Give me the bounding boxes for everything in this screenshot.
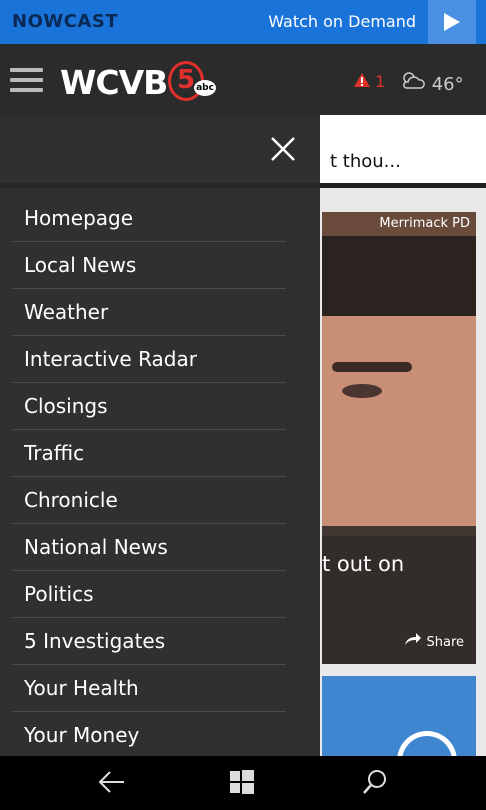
menu-item-national-news[interactable]: National News [12,524,286,571]
weather-widget[interactable]: 46° [400,70,464,95]
weather-alert[interactable]: 1 [354,72,385,91]
story-headline: t out on [322,552,405,576]
photo-detail [342,384,382,398]
menu-item-politics[interactable]: Politics [12,571,286,618]
nowcast-label: NOWCAST [12,11,119,32]
menu-item-chronicle[interactable]: Chronicle [12,477,286,524]
system-navigation-bar [0,756,486,810]
sun-icon [397,731,457,756]
share-button[interactable]: Share [404,632,464,650]
menu-item-your-money[interactable]: Your Money [12,712,286,758]
menu-list: Homepage Local News Weather Interactive … [12,195,286,758]
windows-start-icon[interactable] [230,770,254,794]
hamburger-menu-icon[interactable] [10,68,43,94]
back-arrow-icon[interactable] [98,770,126,794]
station-logo[interactable]: WCVB [60,63,168,102]
menu-item-closings[interactable]: Closings [12,383,286,430]
close-icon[interactable] [268,134,298,164]
play-icon[interactable] [428,0,476,44]
app-header: WCVB 5 abc 1 46° [0,44,486,159]
nowcast-bar[interactable]: NOWCAST Watch on Demand [0,0,486,44]
menu-item-5-investigates[interactable]: 5 Investigates [12,618,286,665]
alert-triangle-icon [354,73,370,87]
breaking-news-text: t thou... [330,151,401,172]
story-card[interactable]: Merrimack PD t out on Share [322,212,476,664]
menu-item-interactive-radar[interactable]: Interactive Radar [12,336,286,383]
menu-item-local-news[interactable]: Local News [12,242,286,289]
menu-item-homepage[interactable]: Homepage [12,195,286,242]
photo-detail [332,362,412,372]
menu-item-your-health[interactable]: Your Health [12,665,286,712]
partly-cloudy-icon [403,72,425,89]
menu-item-traffic[interactable]: Traffic [12,430,286,477]
menu-item-weather[interactable]: Weather [12,289,286,336]
weather-story-card[interactable] [322,676,476,756]
search-icon[interactable] [362,769,388,795]
abc-logo: abc [194,80,216,96]
photo-credit: Merrimack PD [379,216,470,231]
share-label: Share [426,635,464,650]
temperature: 46° [431,74,464,95]
share-icon [405,633,422,645]
photo-detail [322,236,476,316]
alert-count: 1 [375,72,386,91]
watch-on-demand-link[interactable]: Watch on Demand [268,12,416,31]
navigation-drawer: Homepage Local News Weather Interactive … [0,115,320,756]
